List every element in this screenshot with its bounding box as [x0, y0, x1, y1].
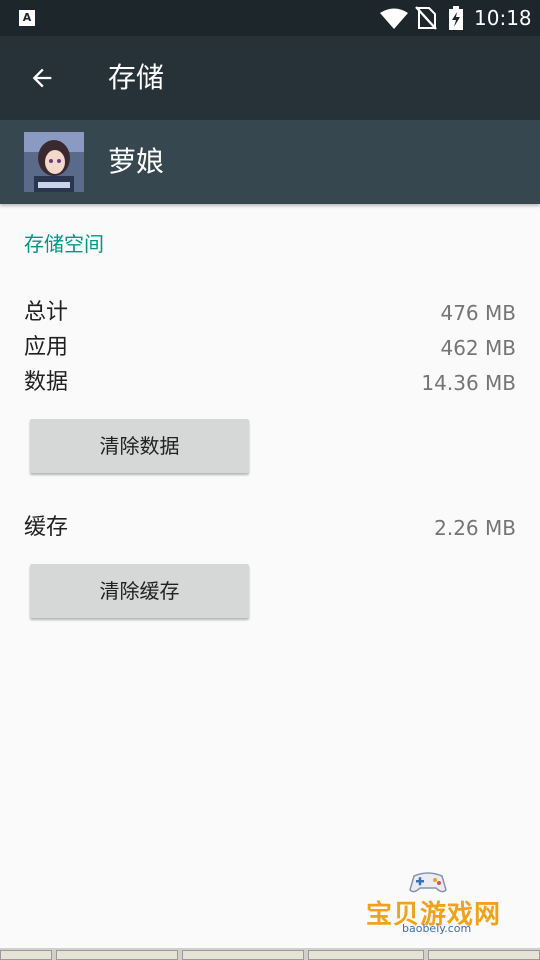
app-icon	[24, 132, 84, 192]
storage-app-label: 应用	[24, 335, 69, 360]
a-notification-icon: A	[19, 10, 35, 26]
gamepad-icon	[409, 872, 447, 893]
taskbar-item	[428, 950, 540, 960]
battery-charging-icon	[449, 6, 463, 30]
storage-cache-value: 2.26 MB	[434, 516, 516, 540]
taskbar-strip	[0, 948, 540, 960]
storage-app-value: 462 MB	[440, 336, 516, 360]
storage-row-data: 数据 14.36 MB	[24, 366, 516, 400]
taskbar-item	[0, 950, 52, 960]
section-title-storage: 存储空间	[24, 232, 104, 256]
app-bar: 存储	[0, 36, 540, 120]
clear-data-button[interactable]: 清除数据	[30, 419, 249, 473]
status-time: 10:18	[474, 6, 532, 30]
taskbar-item	[56, 950, 178, 960]
storage-data-label: 数据	[24, 370, 69, 395]
watermark-url: baobeiy.com	[402, 922, 472, 935]
taskbar-item	[182, 950, 304, 960]
storage-row-app: 应用 462 MB	[24, 331, 516, 365]
watermark-logo: 宝贝游戏网 baobeiy.com	[362, 868, 512, 948]
taskbar-item	[308, 950, 424, 960]
page-title: 存储	[108, 61, 165, 94]
storage-row-total: 总计 476 MB	[24, 296, 516, 330]
arrow-back-icon[interactable]	[28, 64, 56, 92]
app-header: 萝娘	[0, 120, 540, 204]
storage-total-value: 476 MB	[440, 301, 516, 325]
storage-total-label: 总计	[24, 300, 69, 325]
status-bar: A 10:18	[0, 0, 540, 36]
clear-cache-button[interactable]: 清除缓存	[30, 564, 249, 618]
app-name: 萝娘	[108, 145, 165, 178]
storage-cache-label: 缓存	[24, 515, 69, 540]
no-sim-icon	[415, 6, 437, 30]
storage-data-value: 14.36 MB	[421, 371, 516, 395]
storage-row-cache: 缓存 2.26 MB	[24, 511, 516, 545]
wifi-icon	[380, 8, 408, 29]
